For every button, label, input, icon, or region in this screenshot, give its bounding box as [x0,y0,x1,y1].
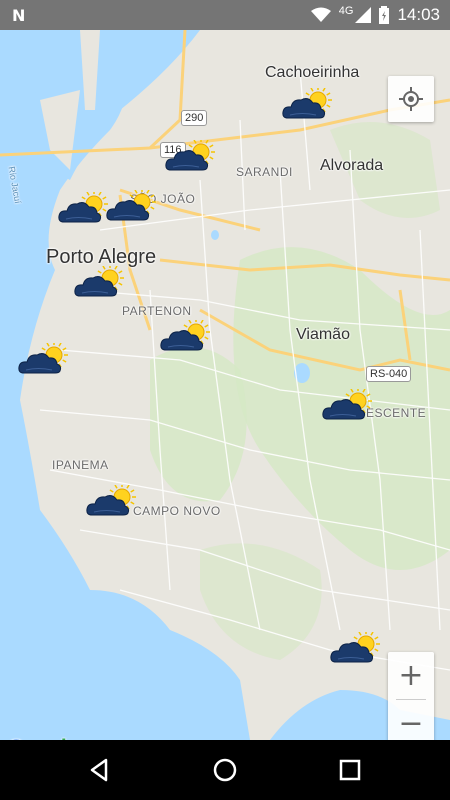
recents-icon[interactable] [336,756,364,784]
partly-cloudy-icon[interactable] [58,190,110,226]
back-icon[interactable] [86,756,114,784]
navigation-bar [0,740,450,800]
zoom-out-button[interactable]: − [388,700,434,740]
partly-cloudy-icon[interactable] [330,630,382,666]
label-viamao: Viamão [296,326,350,343]
label-crescente: ESCENTE [366,406,427,420]
signal-icon [355,7,372,23]
partly-cloudy-icon[interactable] [86,483,138,519]
partly-cloudy-icon[interactable] [165,138,217,174]
clock: 14:03 [397,5,440,24]
partly-cloudy-icon[interactable] [74,264,126,300]
home-icon[interactable] [211,756,239,784]
label-ipanema: IPANEMA [52,458,109,472]
label-alvorada: Alvorada [320,157,384,174]
road-shield-290: 290 [181,110,208,126]
wifi-icon [310,7,331,22]
label-campo-novo: CAMPO NOVO [133,504,221,518]
map-base [0,30,450,740]
battery-icon [379,6,390,24]
label-cachoeirinha: Cachoeirinha [265,64,360,81]
partly-cloudy-icon[interactable] [282,86,334,122]
road-shield-rs040: RS-040 [366,366,412,382]
my-location-button[interactable] [388,76,434,122]
crosshair-icon [399,87,423,111]
network-type: 4G [338,5,354,17]
status-bar: N 4G 14:03 [0,0,450,30]
partly-cloudy-icon[interactable] [106,188,158,224]
partly-cloudy-icon[interactable] [322,387,374,423]
zoom-in-button[interactable]: + [388,652,434,699]
partly-cloudy-icon[interactable] [18,341,70,377]
map-view[interactable]: Cachoeirinha Alvorada SARANDI SÃO JOÃO P… [0,30,450,740]
partly-cloudy-icon[interactable] [160,318,212,354]
label-partenon: PARTENON [122,304,192,318]
zoom-controls: + − [388,652,434,740]
notification-icon: N [12,6,26,25]
label-sarandi: SARANDI [236,165,293,179]
